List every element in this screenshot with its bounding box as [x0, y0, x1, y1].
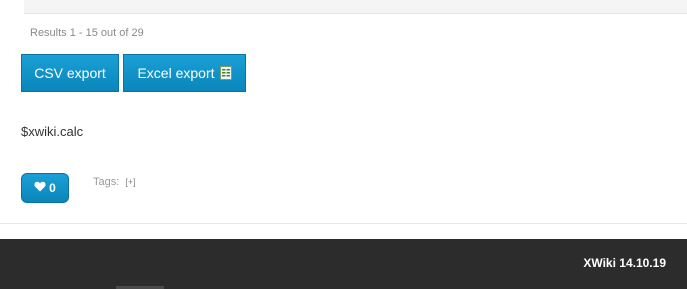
excel-export-button[interactable]: Excel export	[123, 54, 246, 92]
content-divider	[0, 223, 687, 224]
livetable-bottom-strip	[24, 0, 687, 14]
heart-icon	[34, 181, 49, 195]
csv-export-button[interactable]: CSV export	[21, 54, 119, 92]
results-count: Results 1 - 15 out of 29	[30, 27, 144, 39]
tags-section: Tags: [+]	[93, 176, 136, 188]
csv-export-label: CSV export	[34, 65, 106, 81]
page: Results 1 - 15 out of 29 CSV export Exce…	[0, 0, 687, 289]
add-tag-link[interactable]: [+]	[125, 177, 135, 187]
page-content-text: $xwiki.calc	[21, 124, 84, 139]
excel-export-label: Excel export	[137, 65, 215, 81]
tags-label: Tags:	[93, 176, 120, 188]
footer: XWiki 14.10.19	[0, 239, 687, 289]
like-button[interactable]: 0	[21, 173, 69, 203]
footer-version: XWiki 14.10.19	[583, 256, 666, 270]
like-count: 0	[49, 181, 56, 195]
excel-file-icon	[219, 66, 232, 80]
